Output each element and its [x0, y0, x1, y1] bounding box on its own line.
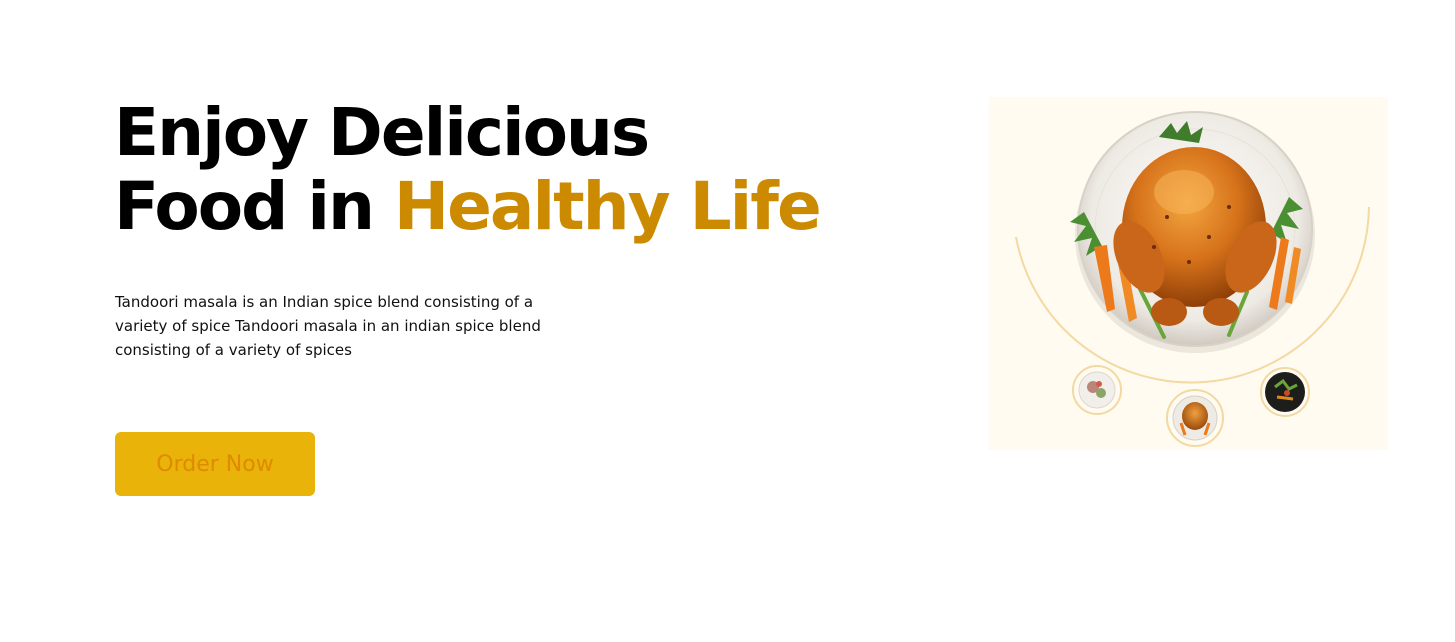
roast-chicken-plate-image	[1070, 111, 1315, 353]
order-now-button[interactable]: Order Now	[115, 432, 315, 496]
hero-headline: Enjoy Delicious Food in Healthy Life	[114, 94, 822, 245]
food-showcase-illustration	[1015, 111, 1370, 447]
headline-accent-text: Healthy Life	[393, 168, 822, 245]
thumbnail-roast-chicken[interactable]	[1166, 389, 1224, 447]
food-showcase	[989, 97, 1388, 450]
hero-section: Enjoy Delicious Food in Healthy Life Tan…	[0, 0, 1455, 642]
headline-line-1: Enjoy Delicious	[114, 94, 650, 171]
thumbnail-salad[interactable]	[1072, 365, 1122, 415]
headline-line-2: Food in Healthy Life	[114, 168, 822, 245]
headline-line-2-prefix: Food in	[114, 168, 394, 245]
hero-description: Tandoori masala is an Indian spice blend…	[115, 293, 541, 359]
thumbnail-dark-dish[interactable]	[1260, 367, 1310, 417]
